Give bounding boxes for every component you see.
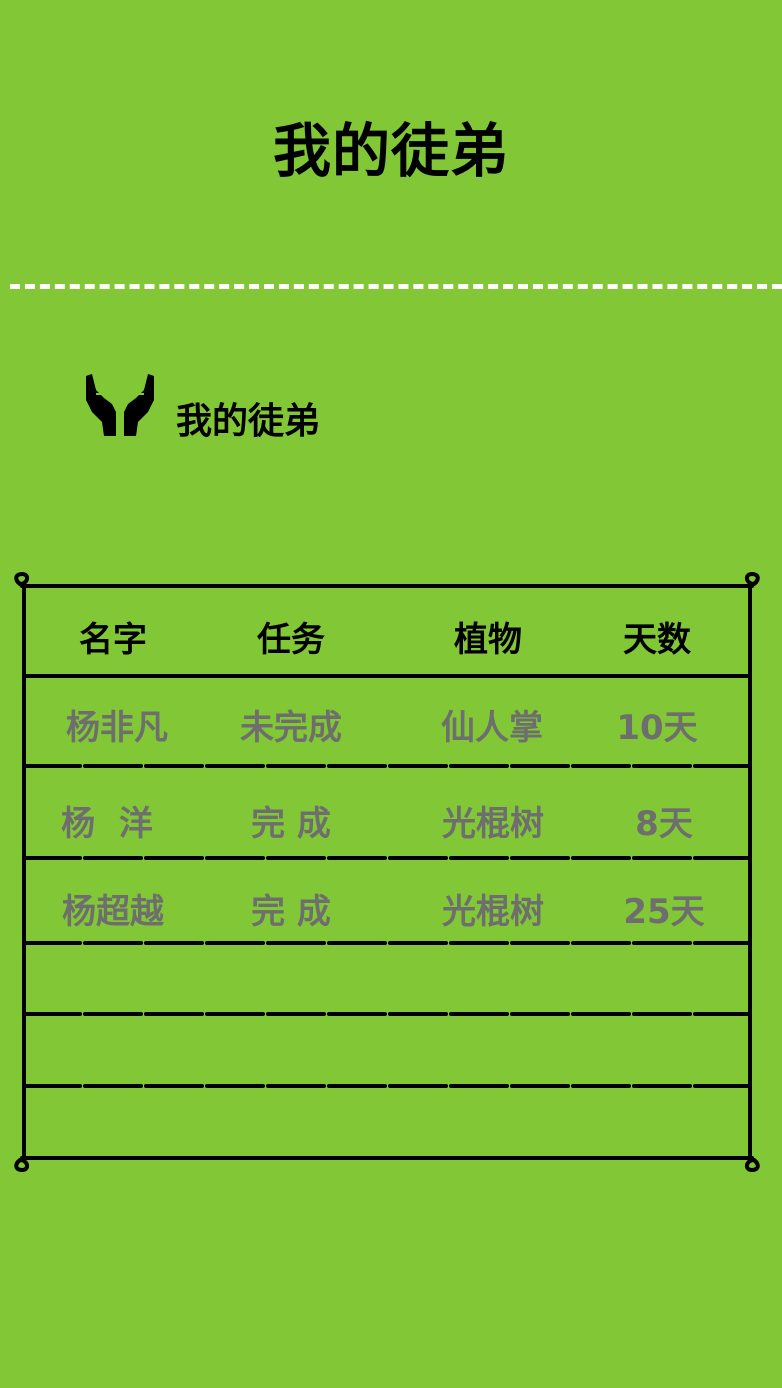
cell-plant: 光棍树 xyxy=(442,804,544,844)
page-title: 我的徒弟 xyxy=(272,117,509,185)
table-border xyxy=(14,572,760,1172)
cell-days: 10天 xyxy=(616,708,698,748)
apprentice-table: 名字 任务 植物 天数 杨非凡 未完成 仙人掌 10天 杨 洋 完 成 光棍树 … xyxy=(10,572,770,1172)
cell-task: 未完成 xyxy=(240,708,342,748)
cell-name: 杨非凡 xyxy=(66,708,168,748)
cell-task: 完 成 xyxy=(251,892,331,932)
cell-name: 杨 洋 xyxy=(61,804,153,844)
cell-days: 8天 xyxy=(635,804,693,844)
cell-name: 杨超越 xyxy=(62,892,164,932)
cell-plant: 仙人掌 xyxy=(441,708,543,748)
column-header-name: 名字 xyxy=(79,620,147,660)
cell-task: 完 成 xyxy=(251,804,331,844)
open-hands-icon xyxy=(86,374,154,436)
cell-plant: 光棍树 xyxy=(442,892,544,932)
dashed-divider xyxy=(10,284,782,289)
column-header-plant: 植物 xyxy=(454,620,522,660)
column-header-task: 任务 xyxy=(257,620,325,660)
cell-days: 25天 xyxy=(623,892,705,932)
section-label: 我的徒弟 xyxy=(176,401,321,442)
column-header-days: 天数 xyxy=(623,620,691,660)
